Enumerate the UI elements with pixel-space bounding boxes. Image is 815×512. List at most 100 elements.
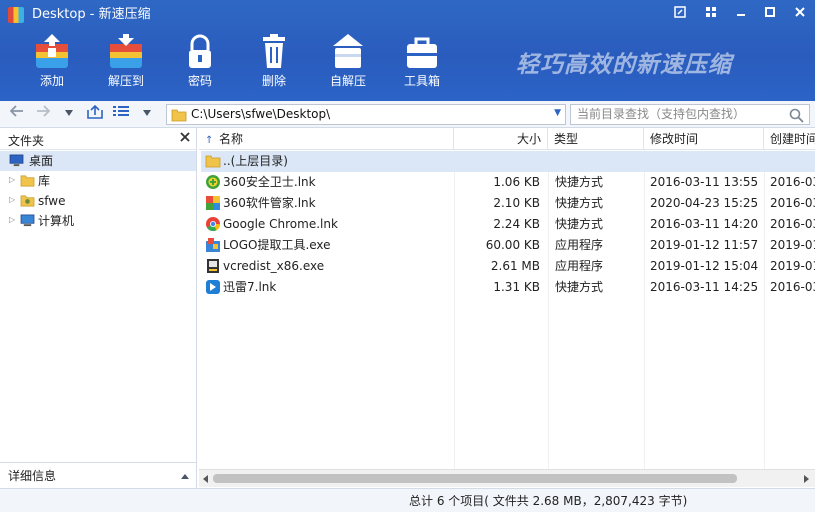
app-logo-icon — [8, 7, 24, 23]
file-modified: 2016-03-11 13:55 — [650, 175, 759, 189]
folder-tree-header: 文件夹 — [0, 128, 196, 150]
expand-arrow-icon[interactable]: ▷ — [9, 215, 15, 224]
library-icon — [20, 175, 35, 187]
folder-tree-panel: 文件夹 桌面 ▷ 库 ▷ sfwe ▷ 计算机 — [0, 128, 197, 488]
scroll-right-icon[interactable] — [803, 473, 810, 487]
table-row[interactable]: 迅雷7.lnk 1.31 KB 快捷方式 2016-03-11 14:25 20… — [201, 277, 815, 298]
tree-item-library[interactable]: ▷ 库 — [0, 171, 196, 191]
expand-arrow-icon[interactable]: ▷ — [9, 175, 15, 184]
tree-item-library-label: 库 — [38, 174, 51, 188]
parent-directory-row[interactable]: ..(上层目录) — [201, 151, 815, 172]
table-row[interactable]: LOGO提取工具.exe 60.00 KB 应用程序 2019-01-12 11… — [201, 235, 815, 256]
collapse-up-icon[interactable] — [180, 469, 190, 483]
search-placeholder: 当前目录查找（支持包内查找） — [577, 107, 746, 121]
xunlei-icon — [206, 280, 220, 294]
search-input[interactable]: 当前目录查找（支持包内查找） — [570, 104, 810, 125]
header-bar: Desktop - 新速压缩 添加 解压到 密码 删除 自解压 工具箱 轻巧高效… — [0, 0, 815, 101]
file-type: 快捷方式 — [555, 196, 604, 210]
column-type-label: 类型 — [554, 132, 579, 146]
file-type: 快捷方式 — [555, 175, 604, 189]
file-created: 2016-03 — [770, 217, 815, 231]
menu-grid-icon[interactable] — [701, 6, 721, 24]
file-type: 应用程序 — [555, 259, 604, 273]
file-created: 2016-03 — [770, 175, 815, 189]
details-label: 详细信息 — [8, 469, 57, 483]
file-name: 迅雷7.lnk — [223, 280, 277, 294]
file-created: 2016-03 — [770, 280, 815, 294]
tree-item-sfwe[interactable]: ▷ sfwe — [0, 191, 196, 211]
logo-tool-icon — [206, 238, 220, 252]
minimize-icon[interactable] — [731, 6, 751, 24]
column-header-size[interactable]: 大小 — [454, 128, 548, 150]
self-extract-icon — [333, 34, 363, 68]
details-panel-header[interactable]: 详细信息 — [0, 462, 196, 486]
skin-icon[interactable] — [670, 6, 690, 24]
table-row[interactable]: Google Chrome.lnk 2.24 KB 快捷方式 2016-03-1… — [201, 214, 815, 235]
file-name: 360安全卫士.lnk — [223, 175, 316, 189]
status-bar: 总计 6 个项目( 文件共 2.68 MB，2,807,423 字节) — [0, 488, 815, 512]
file-modified: 2016-03-11 14:20 — [650, 217, 759, 231]
trash-icon — [263, 34, 285, 68]
user-folder-icon — [20, 195, 35, 207]
parent-directory-label: ..(上层目录) — [223, 154, 288, 168]
navigation-bar: C:\Users\sfwe\Desktop\ ▼ 当前目录查找（支持包内查找） — [0, 101, 815, 128]
expand-arrow-icon[interactable]: ▷ — [9, 195, 15, 204]
slogan-text: 轻巧高效的新速压缩 — [516, 52, 732, 78]
add-button[interactable]: 添加 — [20, 34, 84, 96]
toolbox-button[interactable]: 工具箱 — [390, 34, 454, 96]
back-arrow-icon[interactable] — [8, 105, 26, 123]
maximize-icon[interactable] — [760, 6, 780, 24]
column-header-modified[interactable]: 修改时间 — [644, 128, 764, 150]
view-dropdown-icon[interactable] — [138, 105, 156, 123]
column-name-label: 名称 — [219, 132, 244, 146]
table-row[interactable]: 360软件管家.lnk 2.10 KB 快捷方式 2020-04-23 15:2… — [201, 193, 815, 214]
toolbox-label: 工具箱 — [403, 74, 440, 88]
forward-arrow-icon[interactable] — [34, 105, 52, 123]
table-row[interactable]: vcredist_x86.exe 2.61 MB 应用程序 2019-01-12… — [201, 256, 815, 277]
file-size: 2.24 KB — [493, 217, 540, 231]
scroll-left-icon[interactable] — [202, 473, 209, 487]
file-name: LOGO提取工具.exe — [223, 238, 331, 252]
360-safe-icon — [206, 175, 220, 189]
lock-icon — [189, 34, 211, 68]
scrollbar-thumb[interactable] — [213, 474, 737, 483]
close-icon[interactable] — [790, 6, 810, 24]
close-panel-icon[interactable] — [180, 131, 190, 145]
address-dropdown-icon[interactable]: ▼ — [554, 108, 561, 118]
file-created: 2019-01 — [770, 238, 815, 252]
table-row[interactable]: 360安全卫士.lnk 1.06 KB 快捷方式 2016-03-11 13:5… — [201, 172, 815, 193]
file-type: 应用程序 — [555, 238, 604, 252]
folder-icon — [171, 109, 187, 122]
column-header-name[interactable]: ↑ 名称 — [199, 128, 454, 150]
search-icon[interactable] — [789, 108, 804, 123]
self-extract-button[interactable]: 自解压 — [316, 34, 380, 96]
add-archive-icon — [36, 34, 68, 68]
column-header-type[interactable]: 类型 — [548, 128, 644, 150]
file-list: ↑ 名称 大小 类型 修改时间 创建时间 ..(上层目录) 360安全卫士.lnk… — [199, 128, 815, 488]
file-size: 2.10 KB — [493, 196, 540, 210]
file-modified: 2016-03-11 14:25 — [650, 280, 759, 294]
tree-item-desktop-label: 桌面 — [29, 154, 54, 168]
window-title: Desktop - 新速压缩 — [32, 7, 151, 22]
up-folder-icon[interactable] — [86, 104, 104, 123]
file-name: Google Chrome.lnk — [223, 217, 338, 231]
column-created-label: 创建时间 — [770, 132, 815, 146]
file-size: 2.61 MB — [490, 259, 540, 273]
file-name: vcredist_x86.exe — [223, 259, 325, 273]
list-view-icon[interactable] — [112, 105, 130, 123]
installer-icon — [207, 259, 219, 273]
history-dropdown-icon[interactable] — [60, 105, 78, 123]
add-label: 添加 — [39, 74, 64, 88]
column-header-created[interactable]: 创建时间 — [764, 128, 815, 150]
extract-to-button[interactable]: 解压到 — [94, 34, 158, 96]
address-bar[interactable]: C:\Users\sfwe\Desktop\ ▼ — [166, 104, 566, 125]
password-button[interactable]: 密码 — [168, 34, 232, 96]
360-software-manager-icon — [206, 196, 220, 210]
tree-item-desktop[interactable]: 桌面 — [0, 151, 196, 171]
horizontal-scrollbar[interactable] — [199, 469, 815, 487]
file-size: 60.00 KB — [485, 238, 540, 252]
tree-item-computer[interactable]: ▷ 计算机 — [0, 211, 196, 231]
file-created: 2019-01 — [770, 259, 815, 273]
folder-icon — [205, 155, 221, 168]
delete-button[interactable]: 删除 — [242, 34, 306, 96]
